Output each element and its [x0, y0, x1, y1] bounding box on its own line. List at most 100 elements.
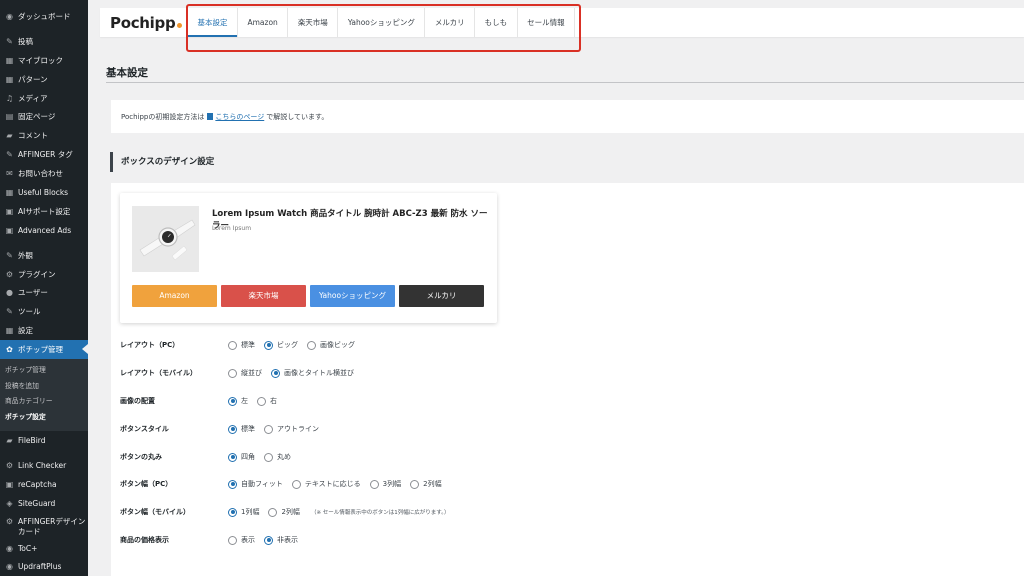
radio-option[interactable]: 画像ビッグ: [307, 340, 355, 350]
radio-option[interactable]: 四角: [228, 452, 255, 462]
sidebar-item[interactable]: ▣ reCaptcha: [0, 475, 88, 494]
radio-button[interactable]: [228, 479, 237, 489]
radio-button[interactable]: [307, 340, 316, 350]
radio-label: 丸め: [277, 453, 291, 461]
menu-icon: ⚙: [5, 516, 14, 526]
radio-option[interactable]: 標準: [228, 424, 255, 434]
radio-button[interactable]: [228, 535, 237, 545]
radio-button[interactable]: [264, 535, 273, 545]
sidebar-item[interactable]: ◉ ダッシュボード: [0, 7, 88, 26]
radio-button[interactable]: [228, 507, 237, 517]
menu-icon: ◉: [6, 562, 13, 572]
sidebar-item[interactable]: ◉ ToC+: [0, 539, 88, 558]
sidebar-item[interactable]: ▰ コメント: [0, 126, 88, 145]
radio-button[interactable]: [410, 479, 420, 489]
radio-option[interactable]: 左: [228, 396, 248, 406]
shop-button[interactable]: メルカリ: [399, 285, 484, 307]
radio-button[interactable]: [228, 368, 237, 378]
sidebar-item[interactable]: ✿ ポチップ管理: [0, 340, 88, 360]
submenu-item[interactable]: 投稿を追加: [0, 379, 88, 395]
shop-button[interactable]: Amazon: [132, 285, 217, 307]
tab-6[interactable]: セール情報: [516, 8, 576, 37]
sidebar-item[interactable]: ✉ お問い合わせ: [0, 164, 88, 183]
tab-4[interactable]: メルカリ: [424, 8, 474, 37]
radio-button[interactable]: [264, 424, 273, 434]
radio-button[interactable]: [369, 479, 379, 489]
radio-button[interactable]: [291, 479, 301, 489]
sidebar-item[interactable]: ♫ メディア: [0, 89, 88, 108]
submenu-item[interactable]: 商品カテゴリー: [0, 394, 88, 410]
sidebar-item[interactable]: ▦ Useful Blocks: [0, 183, 88, 202]
setting-row: レイアウト（モバイル） 縦並び 画像とタイトル横並び: [120, 363, 1000, 383]
sidebar-item[interactable]: ⚙ Link Checker: [0, 456, 88, 475]
sidebar-item[interactable]: ⚙ AFFINGERデザインカード: [0, 513, 88, 539]
sidebar-item[interactable]: ▣ Advanced Ads: [0, 221, 88, 240]
sidebar-item[interactable]: ✎ AFFINGER タグ: [0, 145, 88, 164]
logo-text: Pochipp: [110, 13, 176, 32]
sidebar-item[interactable]: ▤ 固定ページ: [0, 107, 88, 126]
sidebar-item[interactable]: ▦ パターン: [0, 70, 88, 89]
setting-row: ボタン幅（モバイル） 1列幅 2列幅 （※ セール情報表示中のボタンは1列幅に広がりま…: [120, 502, 1000, 522]
tab-1[interactable]: Amazon: [237, 8, 287, 37]
radio-label: 2列幅: [423, 480, 442, 488]
radio-label: 右: [270, 397, 277, 405]
radio-button[interactable]: [264, 452, 273, 462]
sidebar-item-label: Useful Blocks: [18, 187, 69, 197]
guide-link[interactable]: こちらのページ: [215, 112, 264, 122]
radio-option[interactable]: 自動フィット: [228, 479, 283, 489]
radio-option[interactable]: 表示: [228, 535, 255, 545]
radio-option[interactable]: 丸め: [264, 452, 291, 462]
radio-option[interactable]: 1列幅: [228, 507, 259, 517]
radio-button[interactable]: [228, 452, 237, 462]
tab-0[interactable]: 基本設定: [187, 8, 237, 37]
info-prefix: Pochippの初期設定方法は: [121, 112, 205, 121]
info-notice: Pochippの初期設定方法は こちらのページ で解説しています。: [111, 100, 1024, 133]
submenu-item[interactable]: ポチップ設定: [0, 410, 88, 426]
radio-option[interactable]: 3列幅: [369, 479, 401, 489]
radio-option[interactable]: 標準: [228, 340, 255, 350]
radio-label: 画像ビッグ: [320, 341, 355, 349]
sidebar-item[interactable]: ▦ マイブロック: [0, 51, 88, 70]
radio-option[interactable]: ビッグ: [264, 340, 298, 350]
radio-option[interactable]: テキストに応じる: [291, 479, 361, 489]
radio-button[interactable]: [271, 368, 280, 378]
submenu-item[interactable]: ポチップ管理: [0, 363, 88, 379]
sidebar-item-label: Link Checker: [18, 460, 67, 470]
radio-option[interactable]: 右: [257, 396, 277, 406]
radio-option[interactable]: アウトライン: [264, 424, 319, 434]
sidebar-item[interactable]: ▣ AIサポート設定: [0, 202, 88, 221]
tab-3[interactable]: Yahooショッピング: [337, 8, 424, 37]
radio-option[interactable]: 非表示: [264, 535, 298, 545]
radio-button[interactable]: [228, 396, 237, 406]
sidebar-item[interactable]: ✎ ツール: [0, 302, 88, 321]
sidebar-item[interactable]: ● ユーザー: [0, 283, 88, 302]
radio-button[interactable]: [228, 340, 237, 350]
radio-button[interactable]: [264, 340, 273, 350]
sidebar-item[interactable]: ◉ UpdraftPlus: [0, 557, 88, 576]
menu-icon: ◉: [6, 543, 13, 553]
radio-button[interactable]: [257, 396, 266, 406]
sidebar-item-label: SiteGuard: [18, 498, 56, 508]
sidebar-item[interactable]: ◈ SiteGuard: [0, 494, 88, 513]
tab-5[interactable]: もしも: [474, 8, 517, 37]
menu-icon: ●: [6, 288, 13, 298]
radio-button[interactable]: [228, 424, 237, 434]
sidebar-item[interactable]: ✎ 外観: [0, 246, 88, 265]
menu-icon: ▰: [6, 435, 13, 445]
setting-label: ボタンスタイル: [120, 425, 169, 433]
sidebar-item[interactable]: ▦ 設定: [0, 321, 88, 340]
radio-option[interactable]: 2列幅: [410, 479, 442, 489]
radio-button[interactable]: [268, 507, 278, 517]
menu-icon: ▦: [5, 55, 14, 65]
shop-button[interactable]: Yahooショッピング: [310, 285, 395, 307]
sidebar-item[interactable]: ⚙ プラグイン: [0, 265, 88, 284]
radio-option[interactable]: 縦並び: [228, 368, 262, 378]
sidebar-item-label: 固定ページ: [18, 112, 56, 122]
radio-label: 非表示: [277, 536, 298, 544]
sidebar-item[interactable]: ✎ 投稿: [0, 32, 88, 51]
sidebar-item[interactable]: ▰ FileBird: [0, 431, 88, 450]
radio-option[interactable]: 2列幅: [268, 507, 300, 517]
radio-option[interactable]: 画像とタイトル横並び: [271, 368, 354, 378]
tab-2[interactable]: 楽天市場: [287, 8, 337, 37]
shop-button[interactable]: 楽天市場: [221, 285, 306, 307]
